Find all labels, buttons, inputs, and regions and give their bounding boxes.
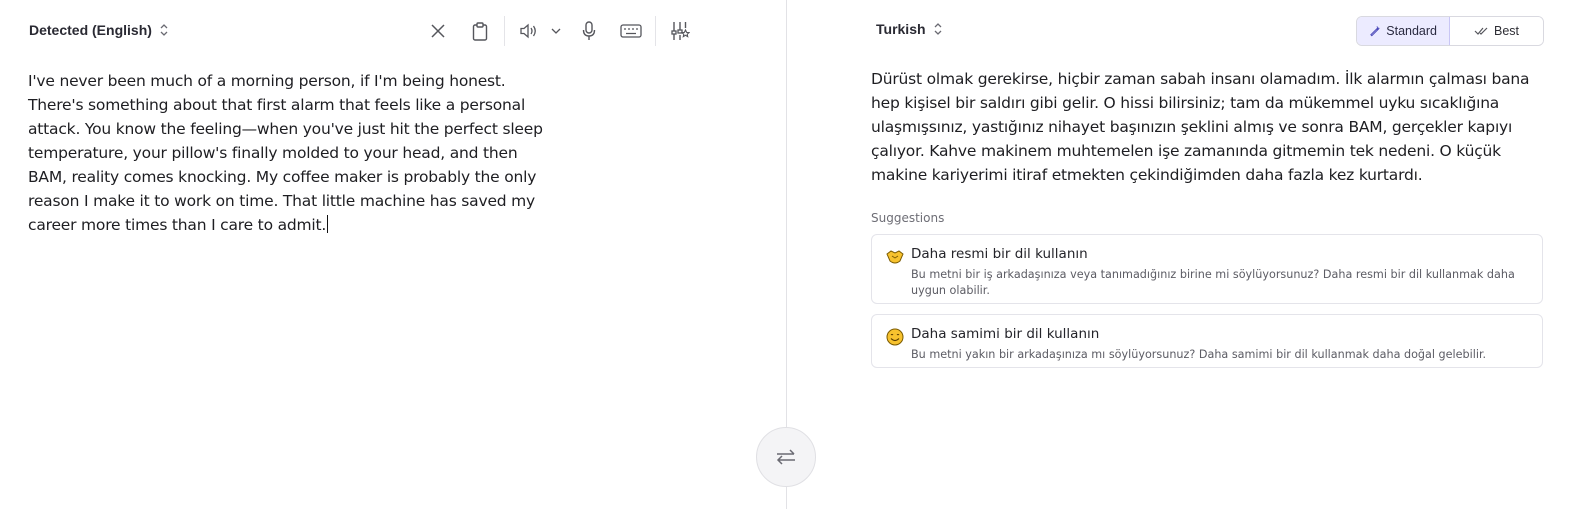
standard-mode-label: Standard — [1386, 24, 1437, 38]
keyboard-icon[interactable] — [613, 14, 649, 48]
suggestion-card-formal[interactable]: Daha resmi bir dil kullanın Bu metni bir… — [871, 234, 1543, 304]
sparkle-pen-icon — [1370, 26, 1381, 37]
close-icon[interactable] — [420, 14, 456, 48]
source-toolbar — [420, 14, 698, 48]
suggestion-title: Daha samimi bir dil kullanın — [911, 326, 1100, 342]
translation-text: Dürüst olmak gerekirse, hiçbir zaman sab… — [871, 70, 1530, 184]
toolbar-divider — [655, 16, 656, 46]
source-pane: Detected (English) I've never been much … — [0, 0, 786, 509]
source-text-area[interactable]: I've never been much of a morning person… — [28, 69, 548, 237]
text-caret — [327, 215, 329, 233]
clipboard-icon[interactable] — [462, 14, 498, 48]
source-language-select[interactable]: Detected (English) — [29, 22, 170, 38]
target-language-label: Turkish — [876, 21, 926, 37]
translation-mode-toggle: Standard Best — [1356, 16, 1544, 46]
chevron-down-icon[interactable] — [547, 14, 565, 48]
chevron-updown-icon — [932, 21, 944, 37]
suggestion-description: Bu metni yakın bir arkadaşınıza mı söylü… — [911, 348, 1487, 361]
suggestion-description: Bu metni bir iş arkadaşınıza veya tanıma… — [911, 268, 1515, 297]
suggestion-card-casual[interactable]: Daha samimi bir dil kullanın Bu metni ya… — [871, 314, 1543, 368]
double-check-icon — [1474, 27, 1488, 35]
best-mode-label: Best — [1493, 24, 1519, 38]
best-mode-button[interactable]: Best — [1450, 17, 1543, 45]
target-language-select[interactable]: Turkish — [876, 21, 944, 37]
microphone-icon[interactable] — [571, 14, 607, 48]
handshake-icon — [886, 248, 904, 266]
smiley-icon — [886, 328, 904, 346]
target-pane: Turkish Standard Best Dürüst olmak gerek… — [787, 0, 1571, 509]
source-language-label: Detected (English) — [29, 22, 152, 38]
speaker-icon[interactable] — [511, 14, 547, 48]
standard-mode-button[interactable]: Standard — [1357, 17, 1450, 45]
source-text: I've never been much of a morning person… — [28, 72, 543, 234]
suggestion-title: Daha resmi bir dil kullanın — [911, 246, 1088, 262]
suggestions-heading: Suggestions — [871, 211, 945, 225]
settings-sliders-icon[interactable] — [662, 14, 698, 48]
chevron-updown-icon — [158, 22, 170, 38]
toolbar-divider — [504, 16, 505, 46]
translator-app: Detected (English) I've never been much … — [0, 0, 1571, 509]
